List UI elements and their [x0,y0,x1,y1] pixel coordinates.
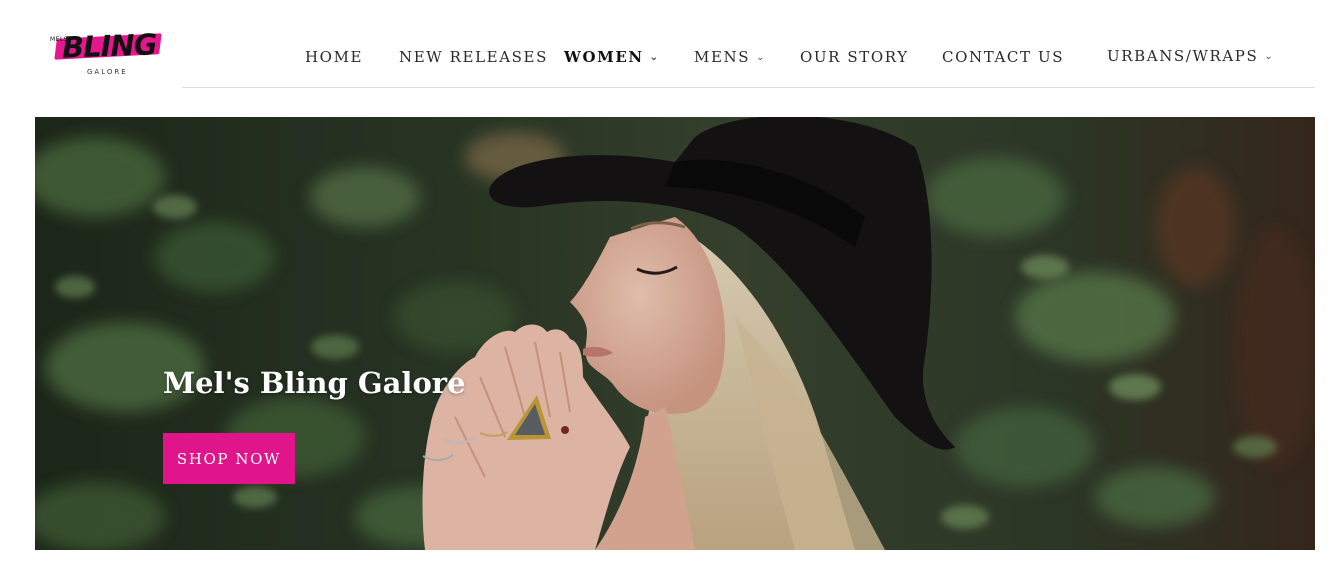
nav-item-label: CONTACT US [942,48,1065,66]
nav-item-mens[interactable]: MENS ⌄ [694,48,765,66]
chevron-down-icon: ⌄ [649,52,659,63]
hero-title: Mel's Bling Galore [163,366,466,401]
shop-now-button[interactable]: SHOP NOW [163,433,295,484]
nav-item-label: OUR STORY [800,48,909,66]
chevron-down-icon: ⌄ [1264,51,1273,62]
nav-item-label: HOME [305,48,364,66]
nav-item-contact-us[interactable]: CONTACT US [942,48,1064,66]
nav-item-women[interactable]: WOMEN ⌄ [564,48,658,66]
site-logo[interactable]: MELS BLING GALORE [50,26,162,78]
main-navigation: HOME NEW RELEASES WOMEN ⌄ MENS ⌄ OUR STORY… [182,44,1315,88]
chevron-down-icon: ⌄ [756,52,765,63]
nav-item-label: NEW RELEASES [399,48,548,66]
nav-item-our-story[interactable]: OUR STORY [800,48,909,66]
nav-item-label: WOMEN [564,48,644,66]
nav-item-home[interactable]: HOME [305,48,363,66]
page: MELS BLING GALORE HOME NEW RELEASES WOME… [0,0,1342,579]
logo-suffix: GALORE [87,68,128,76]
nav-item-label: URBANS/WRAPS [1107,47,1259,65]
nav-item-urbans-wraps[interactable]: URBANS/WRAPS ⌄ [1107,47,1273,65]
logo-name: BLING [61,27,158,65]
nav-item-label: MENS [694,48,751,66]
hero-banner: Mel's Bling Galore SHOP NOW [35,117,1315,550]
hero-image [35,117,1315,550]
nav-item-new-releases[interactable]: NEW RELEASES [399,48,548,66]
